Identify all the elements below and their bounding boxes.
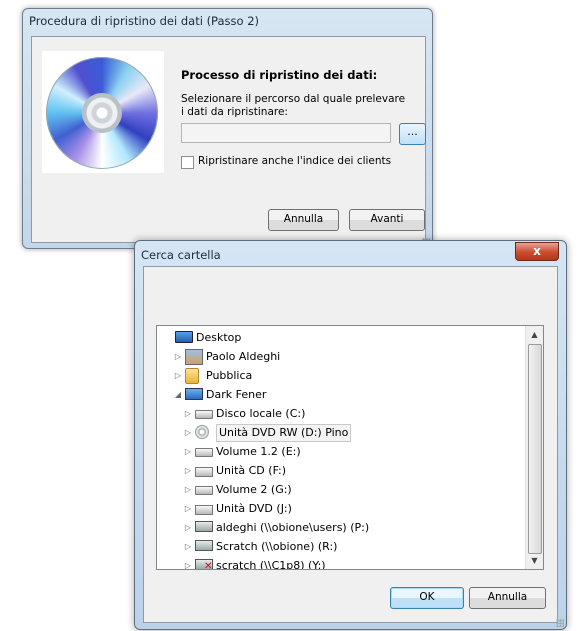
local-disk-icon: [195, 410, 213, 419]
tree-item[interactable]: ▷ Volume 1.2 (E:): [157, 442, 517, 461]
expand-arrow-icon[interactable]: ▷: [183, 537, 193, 556]
browse-dialog-body: ▲ ▼ Desktop ▷ Paolo Aldeghi ▷ Pubblica ◢ Dark …: [143, 266, 558, 623]
tree-item-label: Desktop: [196, 331, 242, 344]
cd-image: [42, 51, 164, 173]
tree-item[interactable]: ▷ aldeghi (\\obione\users) (P:): [157, 518, 517, 537]
tree-item[interactable]: ▷ Paolo Aldeghi: [157, 347, 517, 366]
restore-dialog-title: Procedura di ripristino dei dati (Passo …: [29, 14, 259, 28]
drive-icon: [195, 448, 213, 457]
restore-dialog: Procedura di ripristino dei dati (Passo …: [22, 8, 433, 249]
expand-arrow-icon[interactable]: ▷: [183, 480, 193, 499]
restore-path-input[interactable]: [181, 123, 391, 143]
user-folder-icon: [185, 349, 203, 365]
tree-item[interactable]: ▷ Unità DVD (J:): [157, 499, 517, 518]
disconnected-network-drive-icon: [195, 559, 213, 569]
browse-folder-dialog: Cerca cartella x ▲ ▼ Desktop ▷ Paolo Aldeg…: [134, 240, 567, 630]
expand-arrow-icon[interactable]: ▷: [183, 442, 193, 461]
tree-item-label: Scratch (\\obione) (R:): [216, 540, 338, 553]
tree-item-label: Unità DVD RW (D:) Pino: [216, 424, 352, 442]
scroll-down-icon[interactable]: ▼: [526, 552, 543, 569]
tree-item-label: Pubblica: [206, 369, 253, 382]
tree-item-label: Paolo Aldeghi: [206, 350, 281, 363]
browse-dialog-title: Cerca cartella: [141, 248, 221, 262]
computer-icon: [185, 388, 203, 400]
expand-arrow-icon[interactable]: ▷: [183, 461, 193, 480]
tree-item[interactable]: ▷ Pubblica: [157, 366, 517, 385]
expand-arrow-icon[interactable]: ▷: [183, 499, 193, 518]
cancel-button[interactable]: Annulla: [268, 209, 339, 231]
tree-scrollbar[interactable]: ▲ ▼: [525, 326, 543, 569]
cd-drive-icon: [195, 467, 213, 477]
dvd-drive-icon: [195, 505, 213, 515]
ok-button[interactable]: OK: [390, 587, 464, 609]
tree-item[interactable]: ▷ Volume 2 (G:): [157, 480, 517, 499]
tree-item-label: aldeghi (\\obione\users) (P:): [216, 521, 370, 534]
restore-dialog-body: Processo di ripristino dei dati: Selezio…: [31, 36, 426, 243]
drive-icon: [195, 486, 213, 495]
expand-arrow-icon[interactable]: ▷: [183, 556, 193, 569]
browse-button[interactable]: ...: [399, 123, 426, 145]
close-icon: x: [533, 244, 541, 258]
tree-item[interactable]: ▷ Unità DVD RW (D:) Pino: [157, 423, 517, 442]
scroll-thumb[interactable]: [528, 344, 542, 554]
tree-item[interactable]: ▷ scratch (\\C1p8) (Y:): [157, 556, 517, 570]
tree-item[interactable]: ▷ Scratch (\\obione) (R:): [157, 537, 517, 556]
expand-arrow-icon[interactable]: ▷: [183, 423, 193, 442]
expand-arrow-icon[interactable]: ▷: [183, 518, 193, 537]
cd-disc-icon: [46, 57, 158, 169]
expand-arrow-icon[interactable]: ▷: [183, 404, 193, 423]
tree-item-label: Volume 2 (G:): [216, 483, 292, 496]
restore-heading: Processo di ripristino dei dati:: [181, 68, 378, 82]
tree-item-label: scratch (\\C1p8) (Y:): [216, 559, 326, 570]
tree-item[interactable]: ▷ Disco locale (C:): [157, 404, 517, 423]
expand-arrow-icon[interactable]: ◢: [173, 385, 183, 404]
tree-item[interactable]: ▷ Unità CD (F:): [157, 461, 517, 480]
tree-item[interactable]: ◢ Dark Fener: [157, 385, 517, 404]
expand-arrow-icon[interactable]: ▷: [173, 347, 183, 366]
next-button[interactable]: Avanti: [349, 209, 425, 231]
scroll-up-icon[interactable]: ▲: [526, 326, 543, 343]
folder-tree[interactable]: ▲ ▼ Desktop ▷ Paolo Aldeghi ▷ Pubblica ◢ Dark …: [156, 325, 544, 570]
close-button[interactable]: x: [515, 242, 559, 261]
expand-arrow-icon[interactable]: ▷: [173, 366, 183, 385]
folder-icon: [185, 368, 199, 384]
restore-index-checkbox-label[interactable]: Ripristinare anche l'indice dei clients: [198, 155, 391, 167]
network-drive-icon: [195, 521, 213, 532]
desktop-icon: [175, 331, 193, 343]
tree-item-label: Unità CD (F:): [216, 464, 287, 477]
tree-item-label: Volume 1.2 (E:): [216, 445, 301, 458]
tree-item-label: Disco locale (C:): [216, 407, 306, 420]
tree-item-label: Dark Fener: [206, 388, 267, 401]
browse-cancel-button[interactable]: Annulla: [469, 587, 546, 609]
tree-item[interactable]: Desktop: [157, 328, 517, 347]
resize-grip-2[interactable]: [556, 619, 564, 627]
network-drive-icon: [195, 540, 213, 551]
restore-description: Selezionare il percorso dal quale prelev…: [181, 93, 406, 118]
restore-index-checkbox[interactable]: [181, 156, 194, 169]
dvd-icon: [195, 425, 209, 439]
tree-item-label: Unità DVD (J:): [216, 502, 292, 515]
